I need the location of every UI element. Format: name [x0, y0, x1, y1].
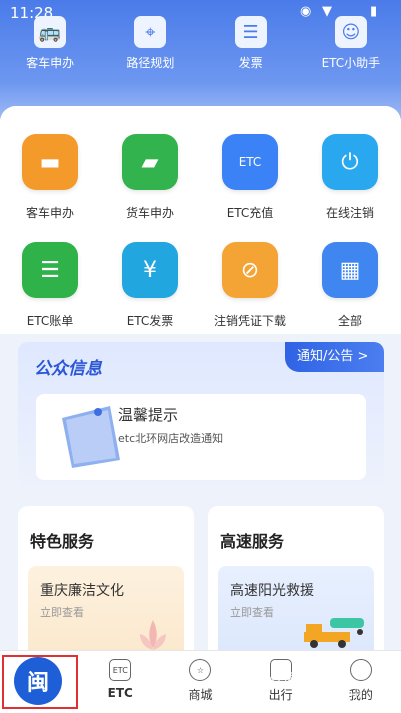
cancel-doc-icon: ⊘ — [222, 242, 278, 298]
notice-headline: 温馨提示 — [118, 406, 179, 424]
user-icon — [349, 659, 372, 681]
public-info-card: 公众信息 通知/公告 > 温馨提示 etc北环网店改造通知 — [18, 342, 384, 496]
grid-label: 在线注销 — [325, 206, 374, 220]
topnav-item-assistant[interactable]: ☺ ETC小助手 — [301, 16, 401, 76]
robot-icon: ☺ — [334, 16, 367, 48]
tab-mine[interactable]: 我的 — [321, 651, 401, 713]
topnav-label: ETC小助手 — [321, 56, 381, 70]
notice-subtitle: etc北环网店改造通知 — [118, 432, 224, 445]
grid-label: ETC发票 — [126, 314, 174, 328]
notice-announcement-link[interactable]: 通知/公告 > — [285, 342, 384, 372]
bus-icon: 🚌 — [34, 16, 67, 48]
map-pin-icon: ⌖ — [134, 16, 167, 48]
topnav-label: 客车申办 — [26, 56, 75, 70]
view-now-link: 立即查看 — [40, 606, 84, 619]
tab-etc[interactable]: ETC ETC — [80, 651, 160, 713]
section-title: 特色服务 — [30, 532, 95, 551]
grid-label: 全部 — [337, 314, 362, 328]
grid-label: 客车申办 — [25, 206, 74, 220]
highway-services-card: 高速服务 高速阳光救援 立即查看 — [208, 506, 384, 662]
bill-icon: ☰ — [22, 242, 78, 298]
power-screen-icon: ⏻ — [322, 134, 378, 190]
service-name: 重庆廉洁文化 — [40, 583, 124, 599]
service-item-sunshine-rescue[interactable]: 高速阳光救援 立即查看 — [218, 566, 374, 662]
grid-item-cancel-proof[interactable]: ⊘ 注销凭证下载 — [200, 242, 300, 329]
featured-services-card: 特色服务 重庆廉洁文化 立即查看 — [18, 506, 194, 662]
topnav-label: 发票 — [238, 56, 263, 70]
bus-icon: ▬ — [22, 134, 78, 190]
section-title: 高速服务 — [220, 532, 285, 551]
grid-item-etc-bill[interactable]: ☰ ETC账单 — [0, 242, 100, 329]
invoice-icon: ¥ — [122, 242, 178, 298]
grid-icon: ▦ — [322, 242, 378, 298]
watermark-site: CR173.COM — [304, 692, 358, 702]
view-now-link: 立即查看 — [230, 606, 274, 619]
grid-item-etc-recharge[interactable]: ETC ETC充值 — [200, 134, 300, 221]
grid-item-all[interactable]: ▦ 全部 — [300, 242, 400, 329]
home-logo-icon[interactable]: 闽 — [14, 657, 62, 705]
grid-item-etc-invoice[interactable]: ¥ ETC发票 — [100, 242, 200, 329]
service-item-integrity-culture[interactable]: 重庆廉洁文化 立即查看 — [28, 566, 184, 662]
service-grid: ▬ 客车申办 ▰ 货车申办 ETC ETC充值 ⏻ 在线注销 ☰ ETC账单 ¥… — [0, 106, 401, 334]
etc-tab-icon: ETC — [109, 659, 132, 681]
invoice-icon: ☰ — [234, 16, 267, 48]
notice-item[interactable]: 温馨提示 etc北环网店改造通知 — [36, 394, 366, 480]
topnav-item-bus[interactable]: 🚌 客车申办 — [0, 16, 100, 76]
truck-icon: ▰ — [122, 134, 178, 190]
grid-label: ETC充值 — [226, 206, 274, 220]
grid-item-truck-apply[interactable]: ▰ 货车申办 — [100, 134, 200, 221]
tab-label: ETC — [107, 686, 133, 700]
watermark-brand: 西西软件园 — [228, 672, 298, 688]
top-quick-nav: 🚌 客车申办 ⌖ 路径规划 ☰ 发票 ☺ ETC小助手 — [0, 16, 401, 76]
grid-label: 货车申办 — [125, 206, 174, 220]
topnav-label: 路径规划 — [126, 56, 175, 70]
service-name: 高速阳光救援 — [230, 583, 314, 599]
mall-icon: ☆ — [189, 659, 212, 681]
grid-item-bus-apply[interactable]: ▬ 客车申办 — [0, 134, 100, 221]
public-info-title: 公众信息 — [34, 359, 102, 379]
main-content: ▬ 客车申办 ▰ 货车申办 ETC ETC充值 ⏻ 在线注销 ☰ ETC账单 ¥… — [0, 106, 401, 662]
tow-truck-icon — [304, 618, 364, 648]
topnav-item-invoice[interactable]: ☰ 发票 — [201, 16, 301, 76]
grid-item-online-cancel[interactable]: ⏻ 在线注销 — [300, 134, 400, 221]
grid-label: ETC账单 — [26, 314, 74, 328]
grid-label: 注销凭证下载 — [213, 314, 286, 328]
topnav-item-route[interactable]: ⌖ 路径规划 — [100, 16, 200, 76]
etc-card-icon: ETC — [222, 134, 278, 190]
